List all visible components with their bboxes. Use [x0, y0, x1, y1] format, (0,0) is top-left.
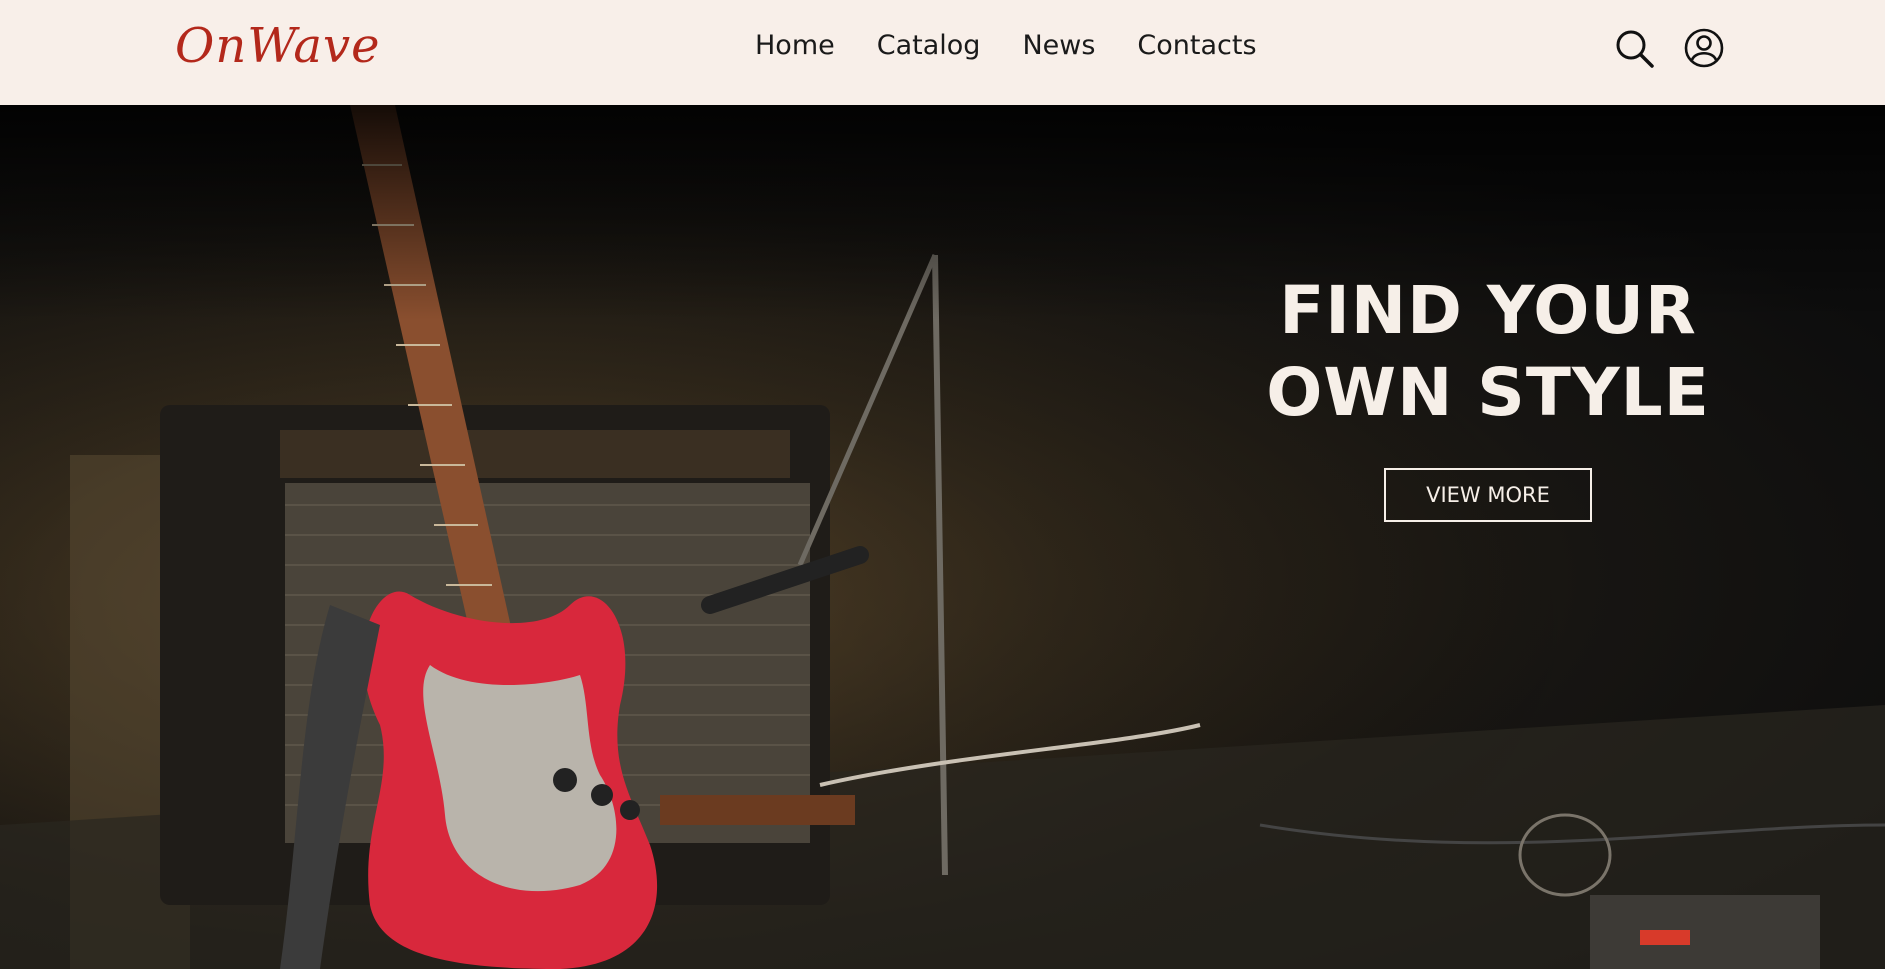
nav-link-home[interactable]: Home: [755, 30, 835, 61]
site-header: OnWave Home Catalog News Contacts: [0, 0, 1885, 105]
hero-title-line-1: FIND YOUR: [1279, 272, 1697, 349]
view-more-button[interactable]: VIEW MORE: [1384, 468, 1592, 522]
hero-title-line-2: OWN STYLE: [1266, 354, 1710, 431]
search-icon[interactable]: [1612, 26, 1656, 70]
hero-banner: FIND YOUR OWN STYLE VIEW MORE: [0, 105, 1885, 969]
hero-title: FIND YOUR OWN STYLE: [1228, 270, 1748, 434]
nav-link-news[interactable]: News: [1022, 30, 1095, 61]
hero-content: FIND YOUR OWN STYLE VIEW MORE: [1228, 270, 1748, 522]
brand-logo[interactable]: OnWave: [175, 18, 381, 74]
nav-link-catalog[interactable]: Catalog: [877, 30, 981, 61]
header-actions: [1612, 26, 1726, 70]
main-nav: Home Catalog News Contacts: [755, 30, 1257, 61]
nav-link-contacts[interactable]: Contacts: [1137, 30, 1256, 61]
user-account-icon[interactable]: [1682, 26, 1726, 70]
hero-guitar-image: [0, 105, 1885, 969]
